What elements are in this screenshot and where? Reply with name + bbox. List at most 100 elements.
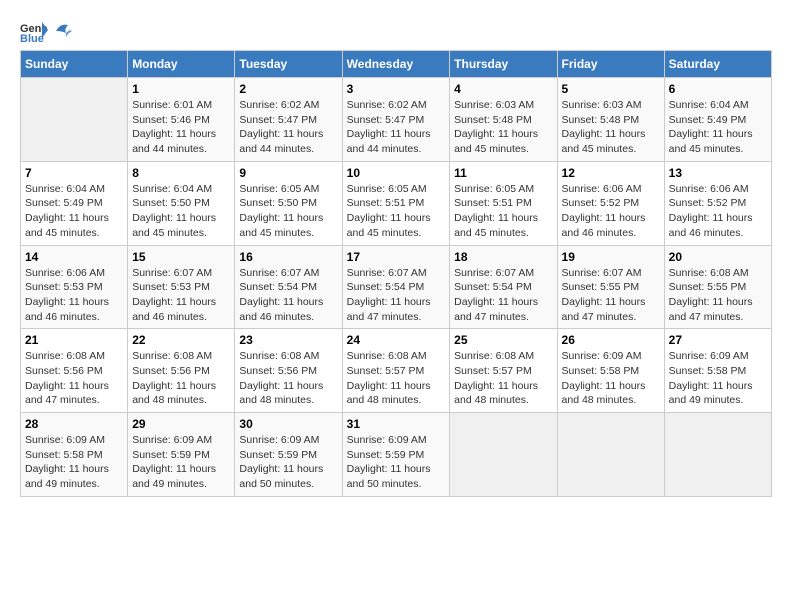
- calendar-cell: 19 Sunrise: 6:07 AMSunset: 5:55 PMDayligh…: [557, 245, 664, 329]
- day-number: 17: [347, 250, 446, 264]
- calendar-cell: 4 Sunrise: 6:03 AMSunset: 5:48 PMDaylight…: [450, 78, 557, 162]
- column-header-wednesday: Wednesday: [342, 51, 450, 78]
- day-number: 16: [239, 250, 337, 264]
- calendar-cell: 12Sunrise: 6:06 AMSunset: 5:52 PMDayligh…: [557, 161, 664, 245]
- day-info: Sunrise: 6:07 AMSunset: 5:54 PMDaylight:…: [454, 266, 552, 325]
- day-number: 2: [239, 82, 337, 96]
- day-info: Sunrise: 6:03 AMSunset: 5:48 PMDaylight:…: [454, 98, 552, 157]
- day-number: 27: [669, 333, 767, 347]
- calendar-cell: 10Sunrise: 6:05 AMSunset: 5:51 PMDayligh…: [342, 161, 450, 245]
- day-info: Sunrise: 6:07 AMSunset: 5:53 PMDaylight:…: [132, 266, 230, 325]
- day-number: 7: [25, 166, 123, 180]
- calendar-cell: 28 Sunrise: 6:09 AMSunset: 5:58 PMDayligh…: [21, 413, 128, 497]
- day-info: Sunrise: 6:08 AMSunset: 5:55 PMDaylight:…: [669, 266, 767, 325]
- calendar-cell: 26 Sunrise: 6:09 AMSunset: 5:58 PMDayligh…: [557, 329, 664, 413]
- column-header-monday: Monday: [128, 51, 235, 78]
- day-number: 4: [454, 82, 552, 96]
- day-info: Sunrise: 6:09 AMSunset: 5:58 PMDaylight:…: [562, 349, 660, 408]
- calendar-cell: 13Sunrise: 6:06 AMSunset: 5:52 PMDayligh…: [664, 161, 771, 245]
- day-info: Sunrise: 6:05 AMSunset: 5:51 PMDaylight:…: [347, 182, 446, 241]
- logo: General Blue: [20, 20, 72, 42]
- day-info: Sunrise: 6:09 AMSunset: 5:59 PMDaylight:…: [347, 433, 446, 492]
- calendar-cell: 11 Sunrise: 6:05 AMSunset: 5:51 PMDayligh…: [450, 161, 557, 245]
- day-info: Sunrise: 6:08 AMSunset: 5:56 PMDaylight:…: [239, 349, 337, 408]
- day-number: 8: [132, 166, 230, 180]
- calendar-cell: 21 Sunrise: 6:08 AMSunset: 5:56 PMDayligh…: [21, 329, 128, 413]
- day-info: Sunrise: 6:05 AMSunset: 5:51 PMDaylight:…: [454, 182, 552, 241]
- day-number: 21: [25, 333, 123, 347]
- day-info: Sunrise: 6:05 AMSunset: 5:50 PMDaylight:…: [239, 182, 337, 241]
- day-info: Sunrise: 6:06 AMSunset: 5:52 PMDaylight:…: [669, 182, 767, 241]
- calendar-cell: 15 Sunrise: 6:07 AMSunset: 5:53 PMDayligh…: [128, 245, 235, 329]
- week-row-4: 21 Sunrise: 6:08 AMSunset: 5:56 PMDayligh…: [21, 329, 772, 413]
- day-number: 15: [132, 250, 230, 264]
- day-info: Sunrise: 6:08 AMSunset: 5:57 PMDaylight:…: [454, 349, 552, 408]
- day-number: 18: [454, 250, 552, 264]
- week-row-3: 14 Sunrise: 6:06 AMSunset: 5:53 PMDayligh…: [21, 245, 772, 329]
- calendar-cell: [450, 413, 557, 497]
- day-number: 29: [132, 417, 230, 431]
- day-info: Sunrise: 6:09 AMSunset: 5:59 PMDaylight:…: [132, 433, 230, 492]
- day-info: Sunrise: 6:09 AMSunset: 5:58 PMDaylight:…: [25, 433, 123, 492]
- day-number: 20: [669, 250, 767, 264]
- day-info: Sunrise: 6:08 AMSunset: 5:57 PMDaylight:…: [347, 349, 446, 408]
- day-number: 5: [562, 82, 660, 96]
- day-number: 19: [562, 250, 660, 264]
- week-row-5: 28 Sunrise: 6:09 AMSunset: 5:58 PMDayligh…: [21, 413, 772, 497]
- calendar-table: SundayMondayTuesdayWednesdayThursdayFrid…: [20, 50, 772, 497]
- week-row-2: 7Sunrise: 6:04 AMSunset: 5:49 PMDaylight…: [21, 161, 772, 245]
- calendar-cell: 14 Sunrise: 6:06 AMSunset: 5:53 PMDayligh…: [21, 245, 128, 329]
- calendar-cell: 27Sunrise: 6:09 AMSunset: 5:58 PMDayligh…: [664, 329, 771, 413]
- day-info: Sunrise: 6:07 AMSunset: 5:54 PMDaylight:…: [239, 266, 337, 325]
- header: General Blue: [20, 20, 772, 42]
- day-info: Sunrise: 6:08 AMSunset: 5:56 PMDaylight:…: [25, 349, 123, 408]
- day-info: Sunrise: 6:04 AMSunset: 5:50 PMDaylight:…: [132, 182, 230, 241]
- day-info: Sunrise: 6:09 AMSunset: 5:59 PMDaylight:…: [239, 433, 337, 492]
- calendar-cell: 17Sunrise: 6:07 AMSunset: 5:54 PMDayligh…: [342, 245, 450, 329]
- header-row: SundayMondayTuesdayWednesdayThursdayFrid…: [21, 51, 772, 78]
- calendar-cell: 1 Sunrise: 6:01 AMSunset: 5:46 PMDaylight…: [128, 78, 235, 162]
- day-number: 30: [239, 417, 337, 431]
- logo-bird-icon: [54, 23, 72, 39]
- day-info: Sunrise: 6:06 AMSunset: 5:53 PMDaylight:…: [25, 266, 123, 325]
- day-number: 26: [562, 333, 660, 347]
- day-number: 25: [454, 333, 552, 347]
- day-number: 3: [347, 82, 446, 96]
- day-number: 11: [454, 166, 552, 180]
- day-info: Sunrise: 6:04 AMSunset: 5:49 PMDaylight:…: [669, 98, 767, 157]
- calendar-cell: 25 Sunrise: 6:08 AMSunset: 5:57 PMDayligh…: [450, 329, 557, 413]
- svg-text:Blue: Blue: [20, 33, 44, 42]
- day-number: 14: [25, 250, 123, 264]
- calendar-cell: 18 Sunrise: 6:07 AMSunset: 5:54 PMDayligh…: [450, 245, 557, 329]
- logo-icon: General Blue: [20, 20, 48, 42]
- calendar-cell: 16 Sunrise: 6:07 AMSunset: 5:54 PMDayligh…: [235, 245, 342, 329]
- calendar-cell: 5 Sunrise: 6:03 AMSunset: 5:48 PMDaylight…: [557, 78, 664, 162]
- day-info: Sunrise: 6:01 AMSunset: 5:46 PMDaylight:…: [132, 98, 230, 157]
- column-header-sunday: Sunday: [21, 51, 128, 78]
- calendar-cell: 7Sunrise: 6:04 AMSunset: 5:49 PMDaylight…: [21, 161, 128, 245]
- day-number: 9: [239, 166, 337, 180]
- calendar-cell: 22Sunrise: 6:08 AMSunset: 5:56 PMDayligh…: [128, 329, 235, 413]
- column-header-saturday: Saturday: [664, 51, 771, 78]
- calendar-cell: 23Sunrise: 6:08 AMSunset: 5:56 PMDayligh…: [235, 329, 342, 413]
- day-number: 31: [347, 417, 446, 431]
- calendar-cell: 8 Sunrise: 6:04 AMSunset: 5:50 PMDaylight…: [128, 161, 235, 245]
- week-row-1: 1 Sunrise: 6:01 AMSunset: 5:46 PMDaylight…: [21, 78, 772, 162]
- column-header-friday: Friday: [557, 51, 664, 78]
- day-info: Sunrise: 6:02 AMSunset: 5:47 PMDaylight:…: [239, 98, 337, 157]
- day-info: Sunrise: 6:06 AMSunset: 5:52 PMDaylight:…: [562, 182, 660, 241]
- calendar-cell: 20 Sunrise: 6:08 AMSunset: 5:55 PMDayligh…: [664, 245, 771, 329]
- calendar-cell: 30 Sunrise: 6:09 AMSunset: 5:59 PMDayligh…: [235, 413, 342, 497]
- calendar-cell: 29 Sunrise: 6:09 AMSunset: 5:59 PMDayligh…: [128, 413, 235, 497]
- column-header-thursday: Thursday: [450, 51, 557, 78]
- day-number: 24: [347, 333, 446, 347]
- calendar-cell: 9 Sunrise: 6:05 AMSunset: 5:50 PMDaylight…: [235, 161, 342, 245]
- calendar-cell: 31 Sunrise: 6:09 AMSunset: 5:59 PMDayligh…: [342, 413, 450, 497]
- day-info: Sunrise: 6:07 AMSunset: 5:55 PMDaylight:…: [562, 266, 660, 325]
- day-info: Sunrise: 6:03 AMSunset: 5:48 PMDaylight:…: [562, 98, 660, 157]
- day-number: 28: [25, 417, 123, 431]
- day-number: 1: [132, 82, 230, 96]
- day-info: Sunrise: 6:08 AMSunset: 5:56 PMDaylight:…: [132, 349, 230, 408]
- calendar-cell: 6Sunrise: 6:04 AMSunset: 5:49 PMDaylight…: [664, 78, 771, 162]
- day-info: Sunrise: 6:02 AMSunset: 5:47 PMDaylight:…: [347, 98, 446, 157]
